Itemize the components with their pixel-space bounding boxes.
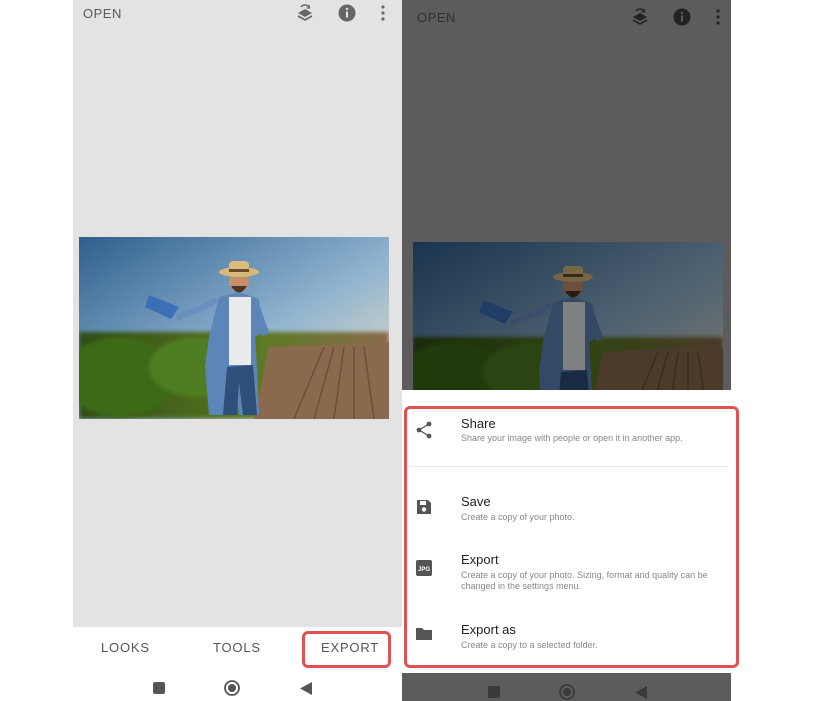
photo-preview (79, 237, 389, 419)
tab-export[interactable]: EXPORT (321, 640, 379, 655)
system-nav-bar (73, 669, 402, 701)
share-subtitle: Share your image with people or open it … (461, 433, 683, 443)
recents-icon[interactable] (488, 686, 500, 698)
export-subtitle: Create a copy of your photo. Sizing, for… (461, 570, 708, 591)
divider (408, 466, 729, 467)
export-option[interactable]: JPG Export Create a copy of your photo. … (402, 548, 731, 598)
export-as-option[interactable]: Export as Create a copy to a selected fo… (402, 618, 731, 658)
home-icon[interactable] (224, 680, 240, 696)
share-icon (414, 420, 434, 440)
open-button[interactable]: OPEN (417, 10, 456, 25)
more-options-icon[interactable] (708, 7, 728, 27)
export-as-subtitle: Create a copy to a selected folder. (461, 640, 598, 650)
open-button[interactable]: OPEN (83, 6, 122, 21)
share-option[interactable]: Share Share your image with people or op… (402, 412, 731, 468)
tab-looks[interactable]: LOOKS (101, 640, 150, 655)
system-nav-bar-dimmed (402, 673, 731, 701)
share-title: Share (461, 416, 496, 431)
undo-history-icon[interactable] (630, 7, 650, 27)
left-screen: OPEN LOOKS TOOLS EXPORT (73, 0, 402, 701)
top-bar-dimmed: OPEN (402, 4, 731, 34)
bottom-tabs: LOOKS TOOLS EXPORT (73, 627, 402, 669)
photo-preview-dimmed (413, 242, 723, 390)
folder-icon (414, 624, 434, 644)
info-icon[interactable] (672, 7, 692, 27)
back-icon[interactable] (300, 682, 312, 695)
undo-history-icon[interactable] (295, 3, 315, 23)
svg-text:JPG: JPG (418, 567, 430, 573)
back-icon[interactable] (635, 686, 647, 699)
home-icon[interactable] (559, 684, 575, 700)
save-icon (414, 497, 434, 517)
export-as-title: Export as (461, 622, 516, 637)
more-options-icon[interactable] (373, 3, 393, 23)
export-title: Export (461, 552, 499, 567)
top-bar: OPEN (73, 0, 402, 30)
save-subtitle: Create a copy of your photo. (461, 512, 575, 522)
info-icon[interactable] (337, 3, 357, 23)
save-title: Save (461, 494, 491, 509)
save-option[interactable]: Save Create a copy of your photo. (402, 490, 731, 530)
recents-icon[interactable] (153, 682, 165, 694)
export-sheet: Share Share your image with people or op… (402, 390, 731, 673)
right-screen: OPEN Share Share your image with people … (402, 0, 731, 701)
jpg-icon: JPG (414, 558, 434, 578)
tab-tools[interactable]: TOOLS (213, 640, 261, 655)
